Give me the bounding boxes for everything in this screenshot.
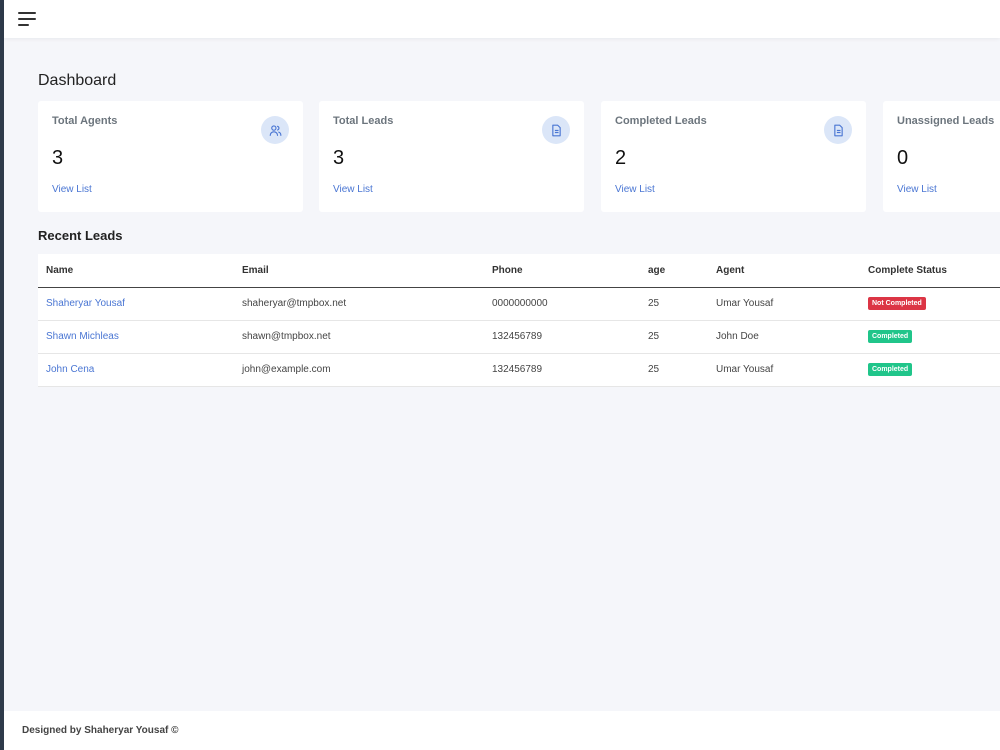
column-header: Complete Status — [860, 254, 1000, 288]
view-list-link[interactable]: View List — [615, 184, 655, 195]
card-title: Unassigned Leads — [897, 115, 995, 127]
status-badge: Completed — [868, 363, 913, 376]
recent-leads-title: Recent Leads — [38, 228, 123, 243]
table-header-row: Name Email Phone age Agent Complete Stat… — [38, 254, 1000, 288]
column-header: age — [640, 254, 708, 288]
card-completed-leads: Completed Leads 2 View List — [601, 101, 866, 212]
users-icon — [261, 116, 289, 144]
lead-age: 25 — [640, 320, 708, 354]
card-unassigned-leads: Unassigned Leads 0 View List — [883, 101, 1000, 212]
view-list-link[interactable]: View List — [897, 184, 937, 195]
column-header: Phone — [484, 254, 640, 288]
hamburger-menu-icon[interactable] — [18, 12, 38, 28]
card-title: Total Agents — [52, 115, 118, 127]
card-total-agents: Total Agents 3 View List — [38, 101, 303, 212]
stat-cards: Total Agents 3 View List Total Leads 3 V… — [38, 101, 1000, 212]
column-header: Name — [38, 254, 234, 288]
footer-credit: Designed by Shaheryar Yousaf © — [22, 725, 179, 736]
lead-age: 25 — [640, 353, 708, 387]
document-icon — [824, 116, 852, 144]
table-row: Shaheryar Yousaf shaheryar@tmpbox.net 00… — [38, 287, 1000, 321]
top-navbar — [4, 0, 1000, 38]
column-header: Agent — [708, 254, 860, 288]
page-title: Dashboard — [38, 72, 117, 89]
view-list-link[interactable]: View List — [52, 184, 92, 195]
table-row: John Cena john@example.com 132456789 25 … — [38, 353, 1000, 387]
lead-agent: Umar Yousaf — [708, 353, 860, 387]
card-title: Completed Leads — [615, 115, 707, 127]
card-value: 3 — [52, 147, 64, 169]
status-badge: Not Completed — [868, 297, 926, 310]
lead-agent: Umar Yousaf — [708, 287, 860, 321]
card-total-leads: Total Leads 3 View List — [319, 101, 584, 212]
recent-leads-table: Name Email Phone age Agent Complete Stat… — [38, 254, 1000, 387]
table-row: Shawn Michleas shawn@tmpbox.net 13245678… — [38, 320, 1000, 354]
lead-email: john@example.com — [234, 353, 484, 387]
lead-phone: 132456789 — [484, 353, 640, 387]
lead-name-link[interactable]: John Cena — [46, 364, 94, 375]
view-list-link[interactable]: View List — [333, 184, 373, 195]
card-value: 0 — [897, 147, 909, 169]
card-value: 3 — [333, 147, 345, 169]
lead-name-link[interactable]: Shawn Michleas — [46, 331, 119, 342]
status-badge: Completed — [868, 330, 913, 343]
lead-phone: 0000000000 — [484, 287, 640, 321]
document-icon — [542, 116, 570, 144]
lead-phone: 132456789 — [484, 320, 640, 354]
footer: Designed by Shaheryar Yousaf © — [4, 711, 1000, 750]
card-value: 2 — [615, 147, 627, 169]
sidebar-edge — [0, 0, 4, 750]
lead-email: shawn@tmpbox.net — [234, 320, 484, 354]
lead-agent: John Doe — [708, 320, 860, 354]
card-title: Total Leads — [333, 115, 394, 127]
lead-email: shaheryar@tmpbox.net — [234, 287, 484, 321]
lead-age: 25 — [640, 287, 708, 321]
lead-name-link[interactable]: Shaheryar Yousaf — [46, 298, 125, 309]
column-header: Email — [234, 254, 484, 288]
